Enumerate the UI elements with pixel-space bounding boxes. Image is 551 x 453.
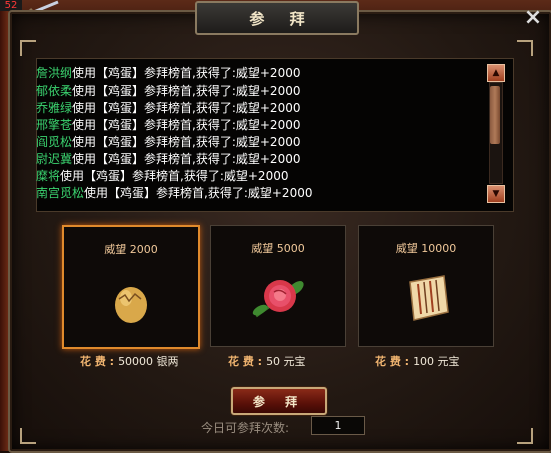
option-reward-label: 威望 10000 [395, 242, 457, 255]
scroll-icon [409, 275, 449, 321]
rose-icon [252, 280, 304, 318]
option-cost: 花 费 :50000 银两 [80, 353, 179, 369]
cost-label: 花 费 : [375, 355, 410, 368]
cost-value: 50 元宝 [266, 355, 306, 368]
log-text: 使用【鸡蛋】参拜榜首,获得了:威望+2000 [72, 84, 301, 98]
log-text: 使用【鸡蛋】参拜榜首,获得了:威望+2000 [72, 101, 301, 115]
egg-icon [115, 287, 147, 323]
scroll-down-button[interactable]: ▼ [487, 185, 505, 203]
log-entry: 郁依柔使用【鸡蛋】参拜榜首,获得了:威望+2000 [36, 84, 300, 98]
log-player-name: 南宫觅松 [36, 186, 85, 200]
log-text: 使用【鸡蛋】参拜榜首,获得了:威望+2000 [72, 66, 301, 80]
log-text: 使用【鸡蛋】参拜榜首,获得了:威望+2000 [72, 118, 301, 132]
log-entry: 乔雅绿使用【鸡蛋】参拜榜首,获得了:威望+2000 [36, 101, 300, 115]
frame-corner [517, 40, 533, 56]
frame-corner [20, 428, 36, 444]
log-entry: 阎觅松使用【鸡蛋】参拜榜首,获得了:威望+2000 [36, 135, 300, 149]
option-card-egg[interactable]: 威望 2000 [62, 225, 200, 349]
log-entry: 邢擎苍使用【鸡蛋】参拜榜首,获得了:威望+2000 [36, 118, 300, 132]
log-text: 使用【鸡蛋】参拜榜首,获得了:威望+2000 [84, 186, 313, 200]
log-entry: 尉迟冀使用【鸡蛋】参拜榜首,获得了:威望+2000 [36, 152, 300, 166]
worship-button[interactable]: 参 拜 [231, 387, 327, 415]
log-player-name: 詹洪纲 [36, 66, 73, 80]
log-player-name: 糜将 [36, 169, 61, 183]
cost-label: 花 费 : [228, 355, 263, 368]
option-cost: 花 费 :100 元宝 [375, 353, 460, 369]
dialog-title: 参 拜 [249, 9, 315, 28]
log-player-name: 邢擎苍 [36, 118, 73, 132]
triangle-down-icon: ▼ [492, 189, 500, 199]
log-text: 使用【鸡蛋】参拜榜首,获得了:威望+2000 [60, 169, 289, 183]
dialog-title-tab: 参 拜 [195, 1, 359, 35]
log-text: 使用【鸡蛋】参拜榜首,获得了:威望+2000 [72, 135, 301, 149]
log-scrollbar-thumb[interactable] [490, 86, 500, 144]
option-card-scroll[interactable]: 威望 10000 [358, 225, 494, 347]
frame-corner [20, 40, 36, 56]
daily-count-label: 今日可参拜次数: [201, 421, 290, 435]
scroll-up-button[interactable]: ▲ [487, 64, 505, 82]
option-reward-label: 威望 5000 [251, 242, 305, 255]
close-icon: × [523, 4, 543, 30]
log-entry: 南宫觅松使用【鸡蛋】参拜榜首,获得了:威望+2000 [36, 186, 312, 200]
close-button[interactable]: × [518, 3, 548, 31]
log-player-name: 郁依柔 [36, 84, 73, 98]
log-text: 使用【鸡蛋】参拜榜首,获得了:威望+2000 [72, 152, 301, 166]
log-player-name: 阎觅松 [36, 135, 73, 149]
cost-value: 50000 银两 [118, 355, 179, 368]
cost-value: 100 元宝 [413, 355, 460, 368]
log-entry: 糜将使用【鸡蛋】参拜榜首,获得了:威望+2000 [36, 169, 288, 183]
option-card-rose[interactable]: 威望 5000 [210, 225, 346, 347]
cost-label: 花 费 : [80, 355, 115, 368]
log-player-name: 尉迟冀 [36, 152, 73, 166]
daily-count-value: 1 [311, 416, 365, 435]
log-player-name: 乔雅绿 [36, 101, 73, 115]
frame-corner [517, 428, 533, 444]
option-cost: 花 费 :50 元宝 [228, 353, 306, 369]
triangle-up-icon: ▲ [492, 68, 500, 78]
log-entry: 詹洪纲使用【鸡蛋】参拜榜首,获得了:威望+2000 [36, 66, 300, 80]
option-reward-label: 威望 2000 [104, 243, 158, 256]
